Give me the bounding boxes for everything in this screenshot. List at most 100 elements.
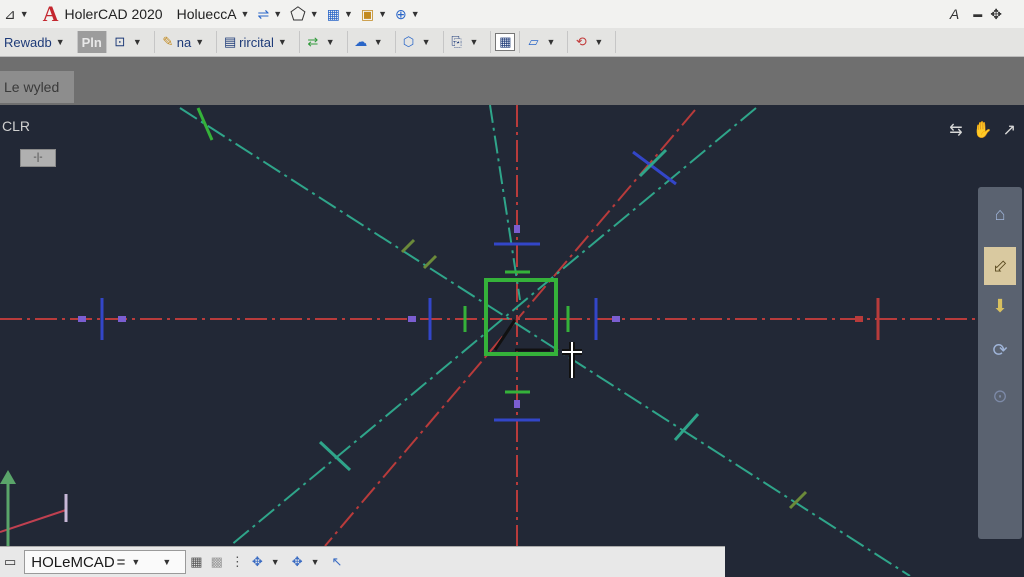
chevron-down-icon[interactable]: ▼ [133, 37, 142, 47]
chevron-down-icon[interactable]: ▼ [56, 37, 65, 47]
chevron-down-icon[interactable]: ▼ [374, 37, 383, 47]
chevron-down-icon[interactable]: ▼ [470, 37, 479, 47]
grip-marker [612, 316, 620, 322]
grip-marker [514, 225, 520, 233]
hand-pan-icon[interactable]: ✋ [973, 120, 993, 140]
file-tab[interactable]: Le wyled [0, 71, 74, 103]
ribbon-button-cloud[interactable]: ☁ ▼ [348, 31, 396, 53]
grip-marker [855, 316, 863, 322]
orbit-icon[interactable]: ⬃ [984, 247, 1016, 285]
layout-selector[interactable]: HOLeMCAD = ▼ ▼ [24, 550, 187, 574]
group-icon: ⬡ [402, 34, 415, 49]
chevron-down-icon[interactable]: ▼ [310, 9, 319, 19]
grip-marker [118, 316, 126, 322]
ribbon-button-attach[interactable]: ⎘ ▼ [444, 31, 492, 53]
chevron-down-icon[interactable]: ▼ [594, 37, 603, 47]
zoom-extents-icon[interactable]: ⬇ [984, 287, 1016, 325]
ucs-x-axis [0, 509, 67, 533]
ribbon-toolbar: Rewadb ▼ Pln ⊡ ▼ ✎ na ▼ ▤ rircital ▼ ⇄ ▼… [0, 28, 1024, 57]
chevron-down-icon[interactable]: ▼ [411, 9, 420, 19]
chevron-down-icon[interactable]: ▼ [20, 9, 29, 19]
rotate-icon[interactable]: ⟳ [984, 331, 1016, 369]
grip-marker [78, 316, 86, 322]
plugin-icon[interactable]: ✥ [990, 6, 1002, 23]
autocad-logo-icon[interactable]: A [43, 1, 59, 27]
diagonal-tick [422, 254, 438, 270]
chevron-down-icon[interactable]: ▼ [378, 9, 387, 19]
zoom-icon[interactable]: ⊕ [395, 6, 407, 23]
pan-icon[interactable]: ⌂ [984, 195, 1016, 233]
chevron-down-icon[interactable]: ▼ [278, 37, 287, 47]
ribbon-button-rewadb[interactable]: Rewadb ▼ [0, 31, 78, 53]
properties-icon[interactable]: ▦ [327, 6, 340, 23]
ribbon-button-group[interactable]: ⬡ ▼ [396, 31, 444, 53]
crosshair-cursor-inner [562, 342, 582, 378]
viewport-label[interactable]: CLR [2, 118, 30, 134]
chevron-down-icon[interactable]: ▼ [131, 557, 140, 567]
grid-icon[interactable]: ▦ [190, 554, 202, 570]
document-title: Holuecc A [177, 0, 237, 28]
ortho-icon[interactable]: ⋮ [231, 554, 244, 570]
steering-wheel-icon[interactable]: ⊙ [984, 377, 1016, 415]
chevron-down-icon[interactable]: ▼ [311, 557, 320, 567]
app-title: HolerCAD 2020 [64, 6, 163, 22]
diagonal-tick [400, 238, 416, 254]
ribbon-button-measure[interactable]: ⊡ ▼ [107, 31, 155, 53]
grip-marker [514, 400, 520, 408]
chevron-down-icon[interactable]: ▼ [326, 37, 335, 47]
chevron-down-icon[interactable]: ▼ [422, 37, 431, 47]
dimension-icon[interactable]: ⊿ [4, 6, 16, 23]
document-title-text: Holuecc [176, 6, 228, 22]
select-cursor-icon[interactable]: ↖ [332, 554, 343, 570]
polygon-icon[interactable]: ⬠ [290, 4, 306, 25]
expand-icon[interactable]: ↗ [1003, 120, 1016, 140]
chevron-down-icon[interactable]: ▼ [273, 9, 282, 19]
block-icon: ▤ [224, 34, 237, 49]
chevron-down-icon[interactable]: ▼ [271, 557, 280, 567]
ribbon-button-pln[interactable]: Pln [77, 31, 107, 53]
diagonal-tick [196, 107, 214, 141]
teal-diagonal-line-1 [179, 107, 911, 576]
attach-icon: ⎘ [451, 34, 462, 49]
ribbon-label: rircital [239, 34, 274, 50]
table-icon: ▦ [495, 33, 516, 51]
teal-diagonal-line-2 [229, 107, 757, 547]
layer-icon[interactable]: ⇌ [257, 6, 269, 23]
measure-icon: ⊡ [114, 34, 126, 49]
ribbon-button-table[interactable]: ▦ [491, 31, 521, 53]
ribbon-button-rircital[interactable]: ▤ rircital ▼ [217, 31, 300, 53]
ribbon-label: Pln [81, 34, 102, 50]
model-space-icon[interactable]: ▭ [4, 554, 16, 570]
ribbon-button-na[interactable]: ✎ na ▼ [155, 31, 218, 53]
chevron-down-icon[interactable]: ▼ [344, 9, 353, 19]
ribbon-label: Rewadb [4, 34, 52, 50]
ribbon-button-modify[interactable]: ⟲ ▼ [568, 31, 617, 53]
help-icon[interactable]: A [950, 6, 959, 22]
drawing-canvas[interactable] [0, 105, 1024, 576]
move-gizmo-icon[interactable]: ✥ [252, 554, 263, 570]
chevron-down-icon[interactable]: ▼ [546, 37, 555, 47]
chevron-down-icon[interactable]: ▼ [162, 557, 171, 567]
move-icon: ⇄ [307, 34, 319, 49]
chevron-down-icon[interactable]: ▬ [973, 9, 982, 19]
palette-icon[interactable]: ▣ [361, 6, 374, 23]
modify-icon: ⟲ [575, 34, 587, 49]
polar-tracking-icon[interactable]: ✥ [292, 554, 303, 570]
ucs-arrow [0, 470, 16, 484]
view-control-button[interactable]: -|- [20, 149, 56, 167]
layout-selector-suffix: = [116, 553, 126, 571]
chevron-down-icon[interactable]: ▼ [195, 37, 204, 47]
ribbon-button-shape[interactable]: ▱ ▼ [520, 31, 569, 53]
status-bar: ▭ HOLeMCAD = ▼ ▼ ▦ ▩ ⋮ ✥ ▼ ✥ ▼ ↖ [0, 546, 725, 577]
chevron-down-icon[interactable]: ▼ [241, 9, 250, 19]
snap-icon[interactable]: ▩ [211, 554, 223, 570]
layout-selector-label: HOLeMCAD [31, 553, 115, 571]
file-tab-strip: Le wyled [0, 57, 1024, 105]
title-bar: ⊿ ▼ A HolerCAD 2020 Holuecc A ▼ ⇌ ▼ ⬠ ▼ … [0, 0, 1024, 29]
navigation-bar: ⌂ ⬃ ⬇ ⟳ ⊙ [978, 187, 1022, 539]
align-icon[interactable]: ⇆ [949, 120, 962, 140]
parallelogram-icon: ▱ [528, 34, 539, 49]
document-title-suffix: A [227, 6, 237, 22]
ribbon-button-move[interactable]: ⇄ ▼ [300, 31, 348, 53]
diagonal-tick [318, 440, 352, 472]
